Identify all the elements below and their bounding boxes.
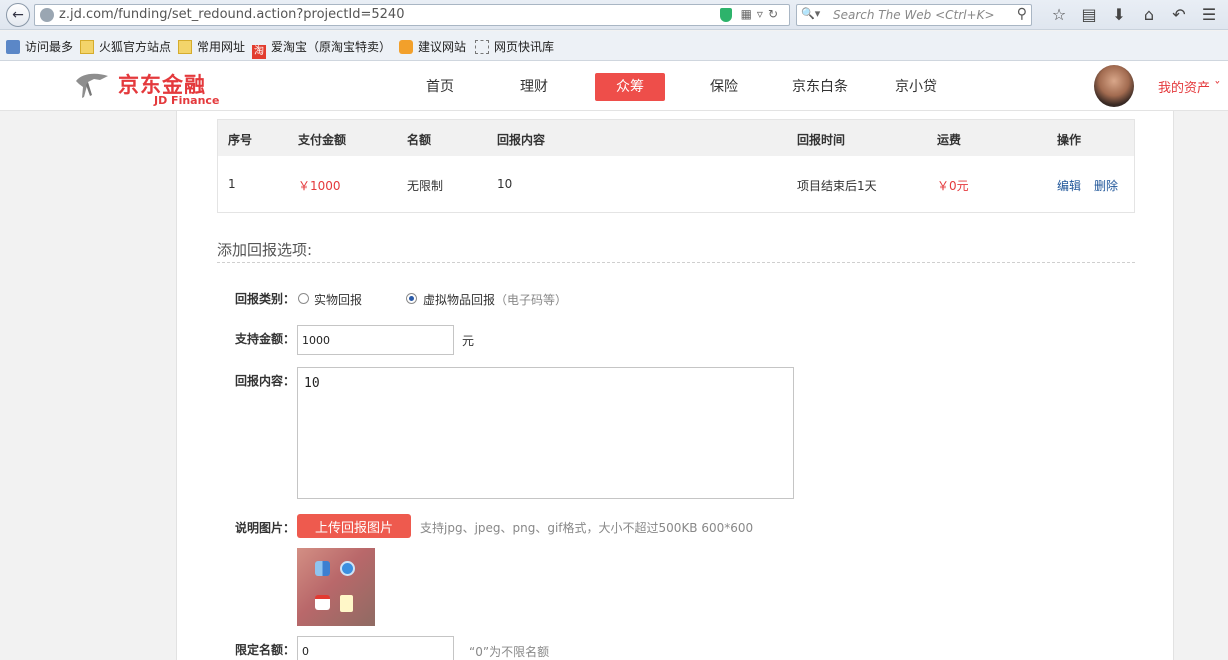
avatar[interactable]	[1094, 65, 1134, 107]
jd-dog-logo-icon	[76, 73, 108, 98]
compass-icon	[340, 561, 355, 576]
download-icon[interactable]: ⬇	[1104, 5, 1134, 25]
calendar-icon	[315, 595, 330, 610]
content-textarea[interactable]: 10	[297, 367, 794, 499]
row-index: 1	[228, 177, 236, 191]
content-label: 回报内容：	[235, 374, 296, 388]
bookmark-label: 访问最多	[25, 40, 74, 54]
finder-icon	[315, 561, 330, 576]
bookmark-label: 网页快讯库	[494, 40, 555, 54]
main-content: 序号 支付金额 名额 回报内容 回报时间 运费 操作 1 ￥1000 无限制 1…	[176, 111, 1174, 660]
qr-code-icon[interactable]: ▦	[741, 7, 757, 21]
bookmark-label: 火狐官方站点	[99, 40, 172, 54]
jd-finance-logo[interactable]: 京东金融 JD Finance	[74, 67, 224, 107]
bookmarks-bar: 访问最多 火狐官方站点 常用网址 淘爱淘宝（原淘宝特卖） 建议网站 网页快讯库	[0, 31, 1228, 61]
url-bar-icons: ▦▿↻	[719, 7, 783, 22]
col-header-amount: 支付金额	[298, 133, 347, 147]
nav-insurance[interactable]: 保险	[696, 73, 752, 101]
amount-input[interactable]	[297, 325, 454, 355]
nav-xiaodai[interactable]: 京小贷	[888, 73, 944, 101]
folder-icon	[80, 40, 94, 54]
logo-text-en: JD Finance	[154, 94, 220, 107]
amount-label: 支持金额：	[235, 332, 296, 346]
col-header-actions: 操作	[1057, 133, 1082, 147]
nav-baitiao[interactable]: 京东白条	[786, 73, 854, 101]
bookmark-ai-taobao[interactable]: 淘爱淘宝（原淘宝特卖）	[252, 38, 391, 59]
url-bar[interactable]: z.jd.com/funding/set_redound.action?proj…	[34, 4, 790, 26]
radio-virtual-text: 虚拟物品回报	[423, 293, 496, 307]
radio-virtual-note: （电子码等）	[495, 293, 568, 307]
form-divider	[217, 262, 1135, 263]
home-icon[interactable]: ⌂	[1134, 5, 1164, 25]
my-assets-label: 我的资产	[1158, 81, 1211, 96]
col-header-content: 回报内容	[497, 133, 546, 147]
globe-icon	[40, 8, 54, 22]
nav-crowdfunding[interactable]: 众筹	[595, 73, 665, 101]
amount-unit: 元	[462, 334, 475, 348]
reward-type-label: 回报类别：	[235, 292, 296, 306]
bookmark-most-visited[interactable]: 访问最多	[6, 38, 73, 55]
bookmark-firefox-official[interactable]: 火狐官方站点	[80, 38, 171, 55]
bookmark-label: 建议网站	[418, 40, 467, 54]
row-content: 10	[497, 177, 513, 191]
menu-icon[interactable]: ☰	[1194, 5, 1224, 25]
bookmark-label: 常用网址	[197, 40, 246, 54]
quota-label: 限定名额：	[235, 643, 296, 657]
col-header-quota: 名额	[407, 133, 432, 147]
col-header-time: 回报时间	[797, 133, 846, 147]
radio-virtual[interactable]	[406, 293, 417, 304]
radio-physical-label[interactable]: 实物回报	[314, 291, 362, 308]
reward-image-thumbnail[interactable]	[297, 548, 375, 626]
browser-navbar: ← z.jd.com/funding/set_redound.action?pr…	[0, 0, 1228, 30]
quota-hint: “0”为不限名额	[469, 645, 550, 659]
image-label: 说明图片：	[235, 521, 296, 535]
taobao-icon: 淘	[252, 45, 266, 59]
undo-icon[interactable]: ↶	[1164, 5, 1194, 25]
web-slice-icon	[475, 40, 489, 54]
search-placeholder[interactable]: Search The Web <Ctrl+K>	[833, 8, 995, 22]
quota-input[interactable]	[297, 636, 454, 660]
back-arrow-icon[interactable]: ←	[6, 3, 30, 27]
radio-physical[interactable]	[298, 293, 309, 304]
upload-image-button[interactable]: 上传回报图片	[297, 514, 411, 538]
bookmark-web-slices[interactable]: 网页快讯库	[475, 38, 554, 55]
row-quota: 无限制	[407, 179, 444, 193]
search-engine-icon[interactable]: 🔍▾	[801, 7, 820, 20]
form-title: 添加回报选项:	[217, 241, 313, 259]
delete-link[interactable]: 删除	[1094, 177, 1118, 194]
shield-icon[interactable]	[719, 7, 732, 22]
clipboard-icon[interactable]: ▤	[1074, 5, 1104, 25]
col-header-shipping: 运费	[937, 133, 962, 147]
bookmark-common-sites[interactable]: 常用网址	[178, 38, 245, 55]
row-time: 项目结束后1天	[797, 179, 877, 193]
most-visited-icon	[6, 40, 20, 54]
bookmark-suggested-sites[interactable]: 建议网站	[399, 38, 466, 55]
row-amount: ￥1000	[298, 179, 341, 193]
search-bar[interactable]: 🔍▾ Search The Web <Ctrl+K> ⚲	[796, 4, 1032, 26]
radio-virtual-label[interactable]: 虚拟物品回报（电子码等）	[423, 291, 567, 308]
row-shipping: ￥0元	[937, 179, 969, 193]
search-go-icon[interactable]: ⚲	[1017, 6, 1027, 22]
site-header: 京东金融 JD Finance 首页 理财 众筹 保险 京东白条 京小贷 我的资…	[0, 61, 1228, 111]
nav-wealth[interactable]: 理财	[506, 73, 562, 101]
notes-icon	[340, 595, 353, 612]
my-assets-link[interactable]: 我的资产 ˇ	[1158, 77, 1221, 96]
toolbar-icons: ☆ ▤ ⬇ ⌂ ↶ ☰	[1044, 5, 1224, 25]
reward-table: 序号 支付金额 名额 回报内容 回报时间 运费 操作 1 ￥1000 无限制 1…	[217, 119, 1135, 213]
nav-home[interactable]: 首页	[412, 73, 468, 101]
folder-icon	[178, 40, 192, 54]
col-header-index: 序号	[228, 133, 253, 147]
dropdown-arrow-icon[interactable]: ▿	[757, 7, 768, 21]
suggested-sites-icon	[399, 40, 413, 54]
table-header: 序号 支付金额 名额 回报内容 回报时间 运费 操作	[218, 120, 1134, 156]
url-text[interactable]: z.jd.com/funding/set_redound.action?proj…	[59, 7, 404, 22]
chevron-down-icon: ˇ	[1214, 81, 1221, 96]
bookmark-label: 爱淘宝（原淘宝特卖）	[271, 40, 392, 54]
upload-hint: 支持jpg、jpeg、png、gif格式，大小不超过500KB 600*600	[420, 521, 754, 535]
star-icon[interactable]: ☆	[1044, 5, 1074, 25]
edit-link[interactable]: 编辑	[1057, 177, 1081, 194]
reload-icon[interactable]: ↻	[768, 7, 783, 21]
